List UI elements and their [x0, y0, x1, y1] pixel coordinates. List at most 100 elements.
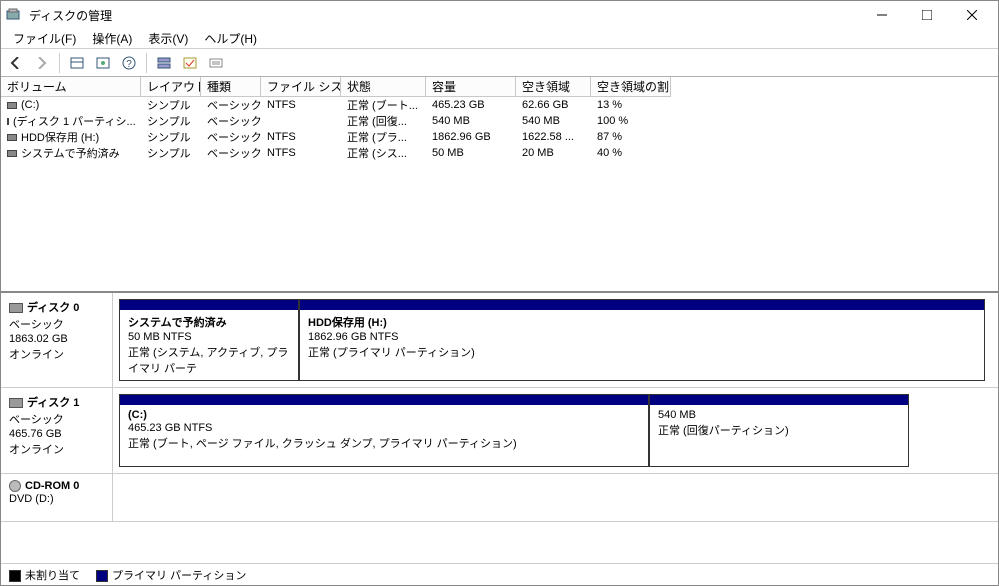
minimize-button[interactable] [859, 3, 904, 27]
cell-filesystem: NTFS [261, 97, 341, 113]
volume-row[interactable]: HDD保存用 (H:)シンプルベーシックNTFS正常 (プラ...1862.96… [1, 129, 998, 145]
partition-status: 正常 (回復パーティション) [658, 422, 900, 438]
cell-volume: HDD保存用 (H:) [1, 129, 141, 145]
partition[interactable]: システムで予約済み50 MB NTFS正常 (システム, アクティブ, プライマ… [119, 299, 299, 381]
legend-primary-label: プライマリ パーティション [112, 570, 246, 582]
legend-unallocated-label: 未割り当て [25, 570, 80, 582]
cell-freepct: 100 % [591, 113, 671, 129]
cell-layout: シンプル [141, 129, 201, 145]
partition-name: (C:) [128, 409, 640, 421]
back-button[interactable] [5, 52, 27, 74]
volume-table[interactable]: ボリューム レイアウト 種類 ファイル システム 状態 容量 空き領域 空き領域… [1, 77, 998, 293]
partition-name: システムで予約済み [128, 314, 290, 330]
volume-row[interactable]: システムで予約済みシンプルベーシックNTFS正常 (シス...50 MB20 M… [1, 145, 998, 161]
app-icon [5, 7, 21, 23]
volume-icon [7, 150, 17, 157]
disk-icon [9, 303, 23, 313]
cell-volume: システムで予約済み [1, 145, 141, 161]
partition-body: システムで予約済み50 MB NTFS正常 (システム, アクティブ, プライマ… [120, 310, 298, 380]
disk-info[interactable]: ディスク 1ベーシック465.76 GBオンライン [1, 388, 113, 473]
volume-row[interactable]: (C:)シンプルベーシックNTFS正常 (ブート...465.23 GB62.6… [1, 97, 998, 113]
close-button[interactable] [949, 3, 994, 27]
cell-status: 正常 (シス... [341, 145, 426, 161]
cell-free: 62.66 GB [516, 97, 591, 113]
disk-type: DVD (D:) [9, 493, 104, 505]
partition-name: HDD保存用 (H:) [308, 314, 976, 330]
titlebar: ディスクの管理 [1, 1, 998, 29]
maximize-button[interactable] [904, 3, 949, 27]
volume-table-header: ボリューム レイアウト 種類 ファイル システム 状態 容量 空き領域 空き領域… [1, 77, 998, 97]
menu-file[interactable]: ファイル(F) [5, 28, 84, 49]
partition-stripe [300, 300, 984, 310]
partition[interactable]: HDD保存用 (H:)1862.96 GB NTFS正常 (プライマリ パーティ… [299, 299, 985, 381]
disk-size: 1863.02 GB [9, 333, 104, 345]
cell-layout: シンプル [141, 145, 201, 161]
refresh-button[interactable] [92, 52, 114, 74]
view-top-button[interactable] [66, 52, 88, 74]
header-filesystem[interactable]: ファイル システム [261, 77, 341, 97]
header-layout[interactable]: レイアウト [141, 77, 201, 97]
settings-button[interactable] [179, 52, 201, 74]
header-free[interactable]: 空き領域 [516, 77, 591, 97]
help-button[interactable]: ? [118, 52, 140, 74]
partition-status: 正常 (システム, アクティブ, プライマリ パーテ [128, 344, 290, 376]
cell-filesystem: NTFS [261, 129, 341, 145]
forward-button[interactable] [31, 52, 53, 74]
disk-type: ベーシック [9, 411, 104, 427]
disk-size: 465.76 GB [9, 428, 104, 440]
cell-capacity: 465.23 GB [426, 97, 516, 113]
disk-partitions: (C:)465.23 GB NTFS正常 (ブート, ページ ファイル, クラッ… [113, 388, 998, 473]
cell-layout: シンプル [141, 113, 201, 129]
disk-status: オンライン [9, 346, 104, 362]
legend: 未割り当て プライマリ パーティション [1, 563, 998, 585]
disk-list-button[interactable] [153, 52, 175, 74]
cell-free: 1622.58 ... [516, 129, 591, 145]
disk-name: CD-ROM 0 [9, 480, 104, 492]
partition[interactable]: 540 MB正常 (回復パーティション) [649, 394, 909, 467]
cell-type: ベーシック [201, 113, 261, 129]
disk-status: オンライン [9, 441, 104, 457]
partition[interactable]: (C:)465.23 GB NTFS正常 (ブート, ページ ファイル, クラッ… [119, 394, 649, 467]
cell-status: 正常 (回復... [341, 113, 426, 129]
cell-freepct: 87 % [591, 129, 671, 145]
disk-partitions [113, 474, 998, 521]
header-freepct[interactable]: 空き領域の割... [591, 77, 671, 97]
legend-unallocated: 未割り当て [9, 567, 80, 583]
partition-body: HDD保存用 (H:)1862.96 GB NTFS正常 (プライマリ パーティ… [300, 310, 984, 380]
disk-graphical-view: ディスク 0ベーシック1863.02 GBオンラインシステムで予約済み50 MB… [1, 293, 998, 563]
volume-row[interactable]: (ディスク 1 パーティシ...シンプルベーシック正常 (回復...540 MB… [1, 113, 998, 129]
toolbar: ? [1, 49, 998, 77]
toolbar-separator [59, 53, 60, 73]
disk-name: ディスク 0 [9, 299, 104, 315]
header-capacity[interactable]: 容量 [426, 77, 516, 97]
cell-layout: シンプル [141, 97, 201, 113]
partition-stripe [650, 395, 908, 405]
content: ボリューム レイアウト 種類 ファイル システム 状態 容量 空き領域 空き領域… [1, 77, 998, 585]
disk-info[interactable]: CD-ROM 0DVD (D:) [1, 474, 113, 521]
partition-stripe [120, 300, 298, 310]
partition-body: (C:)465.23 GB NTFS正常 (ブート, ページ ファイル, クラッ… [120, 405, 648, 466]
volume-icon [7, 118, 9, 125]
partition-body: 540 MB正常 (回復パーティション) [650, 405, 908, 466]
cell-volume: (ディスク 1 パーティシ... [1, 113, 141, 129]
volume-icon [7, 134, 17, 141]
more-actions-button[interactable] [205, 52, 227, 74]
menu-action[interactable]: 操作(A) [84, 28, 140, 49]
disk-info[interactable]: ディスク 0ベーシック1863.02 GBオンライン [1, 293, 113, 387]
menu-help[interactable]: ヘルプ(H) [196, 28, 265, 49]
toolbar-separator [146, 53, 147, 73]
cell-status: 正常 (プラ... [341, 129, 426, 145]
unallocated-swatch [9, 570, 21, 582]
menu-view[interactable]: 表示(V) [140, 28, 196, 49]
cell-freepct: 40 % [591, 145, 671, 161]
cell-type: ベーシック [201, 97, 261, 113]
header-status[interactable]: 状態 [341, 77, 426, 97]
header-volume[interactable]: ボリューム [1, 77, 141, 97]
disk-row: ディスク 0ベーシック1863.02 GBオンラインシステムで予約済み50 MB… [1, 293, 998, 388]
partition-stripe [120, 395, 648, 405]
cell-filesystem [261, 113, 341, 129]
disk-name: ディスク 1 [9, 394, 104, 410]
partition-size: 1862.96 GB NTFS [308, 331, 976, 343]
partition-size: 465.23 GB NTFS [128, 422, 640, 434]
header-type[interactable]: 種類 [201, 77, 261, 97]
